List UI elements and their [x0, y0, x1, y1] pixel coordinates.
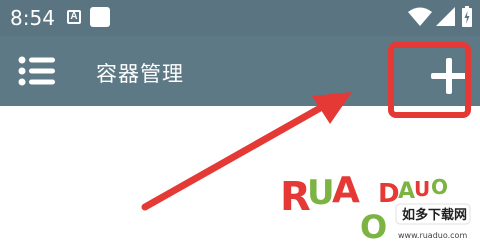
svg-text:U: U	[414, 177, 430, 201]
watermark-url: www.ruaduo.com	[398, 231, 467, 240]
svg-text:O: O	[360, 208, 387, 246]
watermark-subtitle: 如多下载网	[402, 207, 467, 223]
svg-text:A: A	[332, 170, 360, 211]
svg-text:O: O	[431, 175, 448, 199]
watermark-logo: R U A O D A U O 如多下载网 www.ruaduo.com	[280, 170, 471, 246]
svg-text:D: D	[378, 179, 400, 209]
svg-text:U: U	[307, 173, 335, 213]
svg-text:A: A	[398, 179, 415, 204]
